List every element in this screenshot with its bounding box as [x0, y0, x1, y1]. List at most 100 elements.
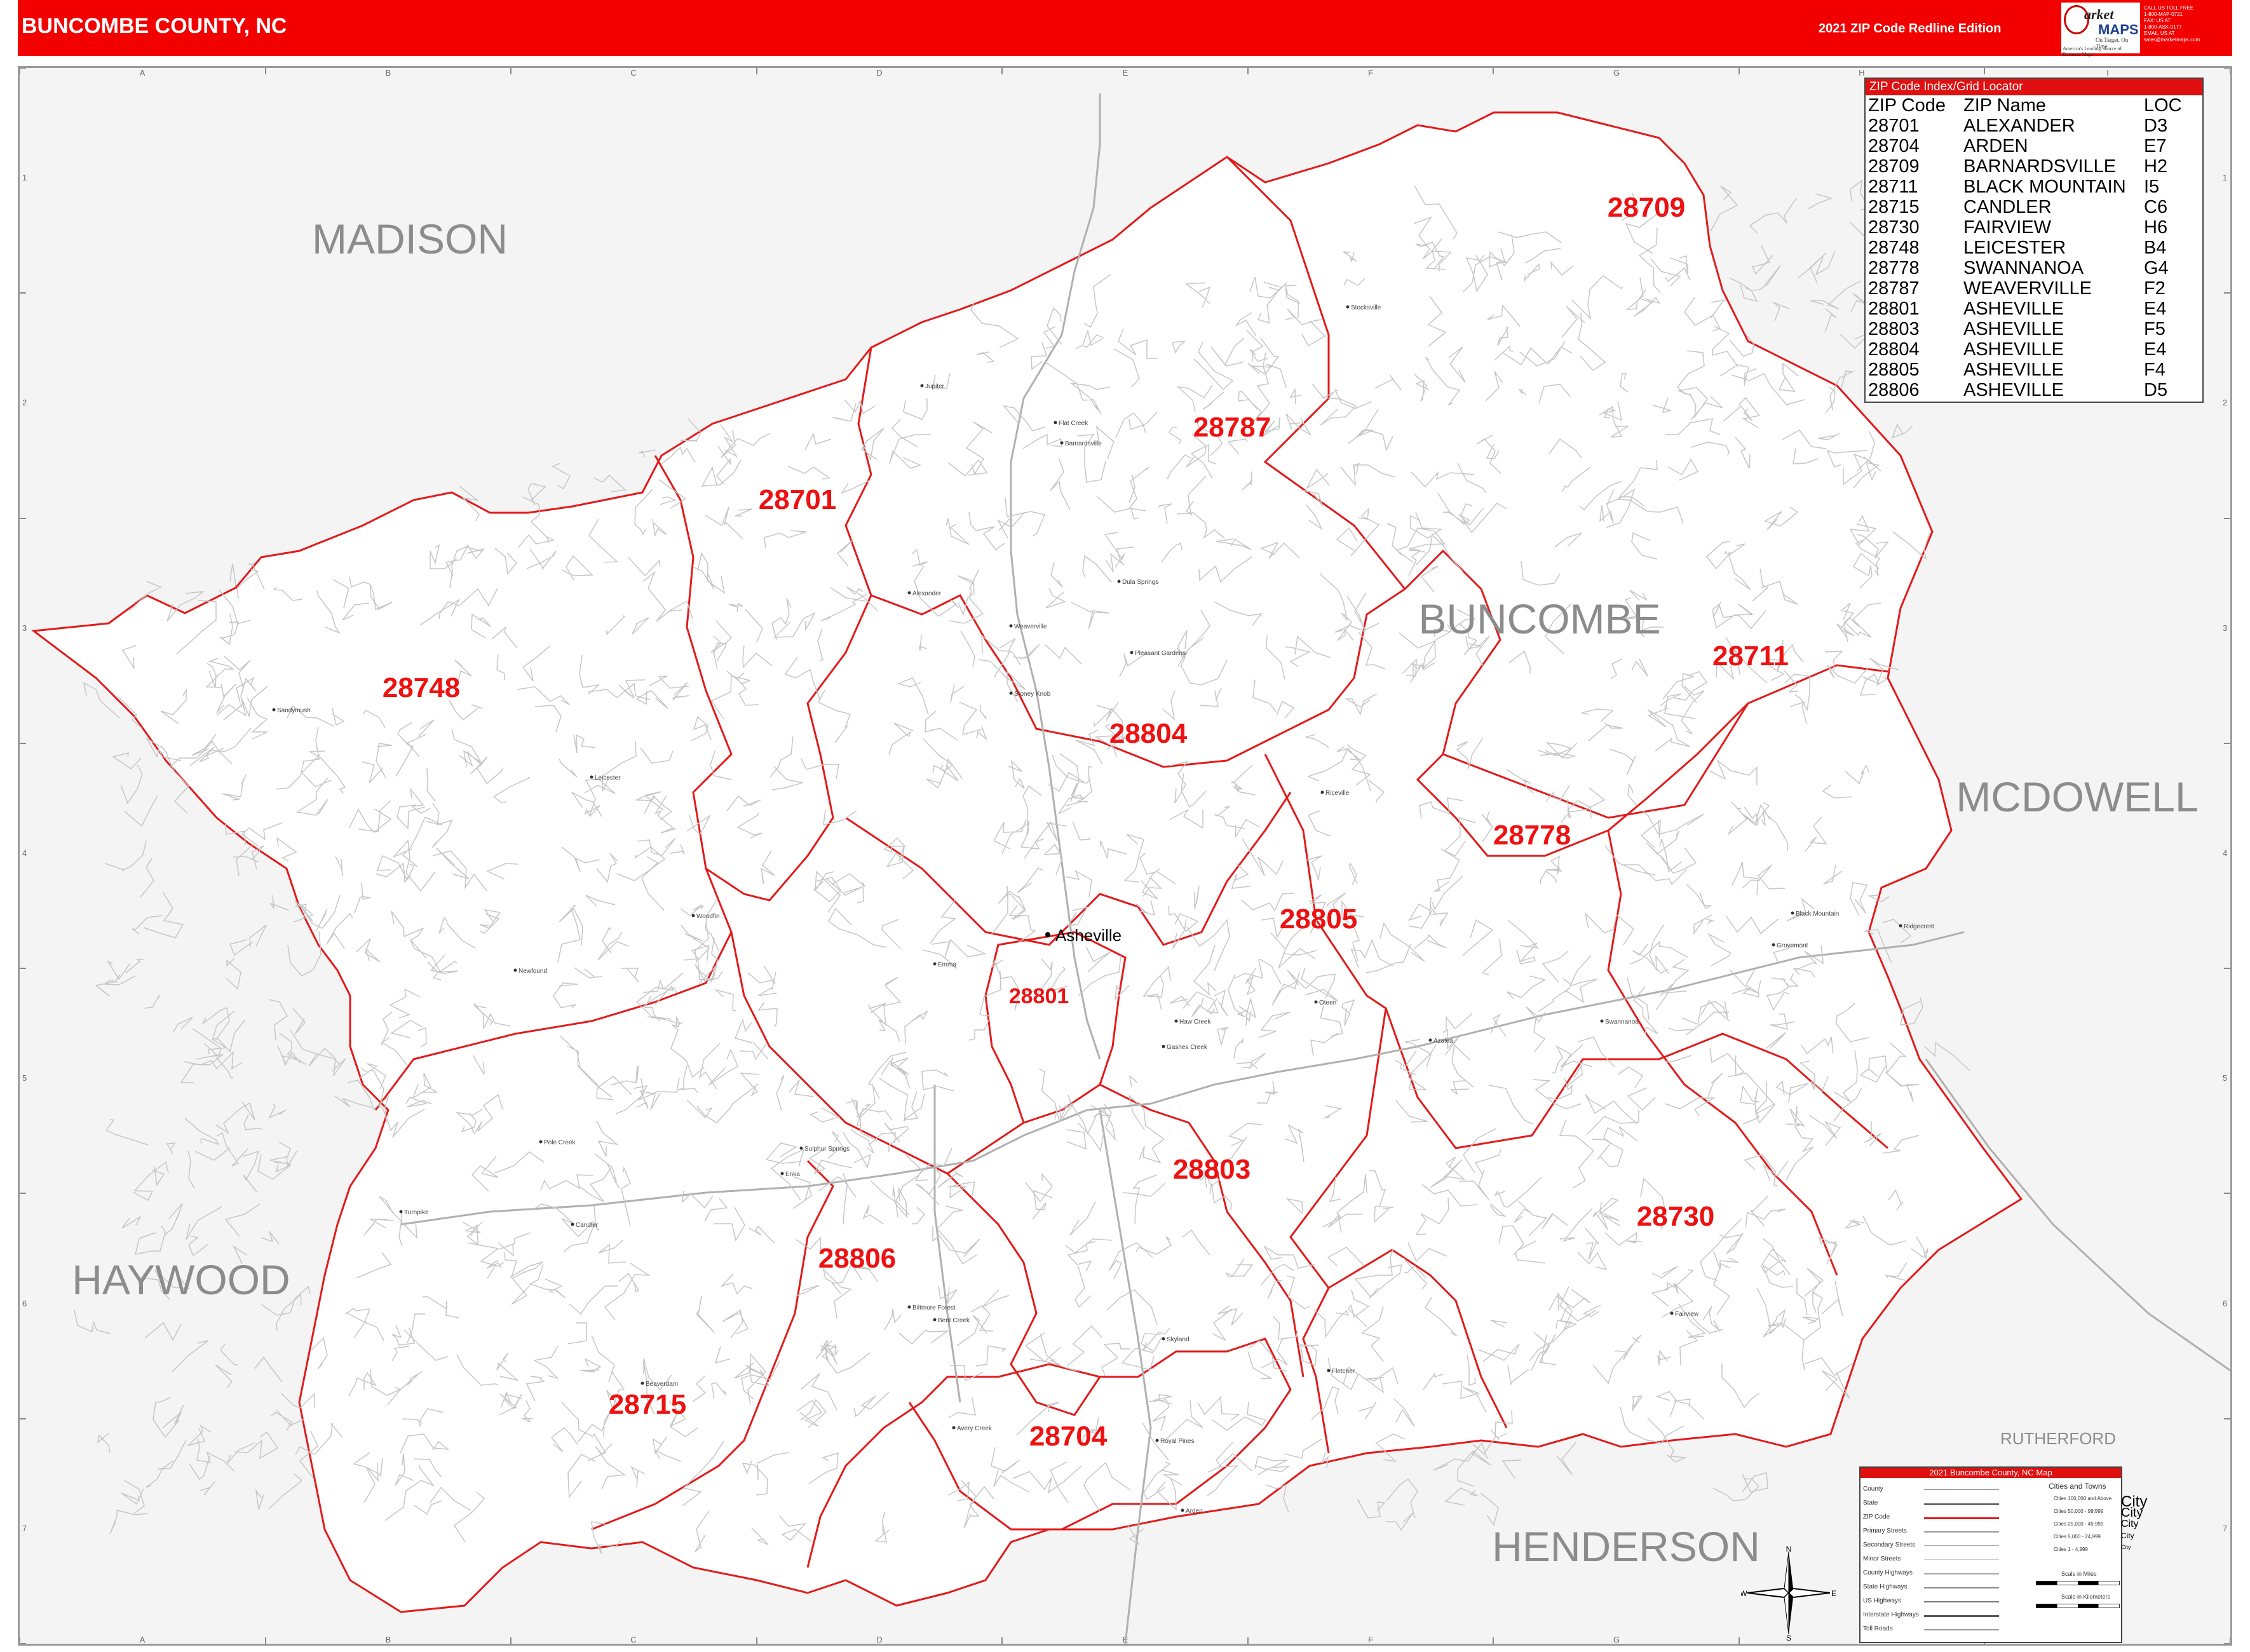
- zip-label-28730[interactable]: 28730: [1637, 1201, 1714, 1232]
- grid-col-label: E: [1123, 68, 1128, 78]
- zip-index-name: ARDEN: [1963, 136, 2028, 156]
- zip-label-28801[interactable]: 28801: [1009, 984, 1069, 1008]
- town-label[interactable]: Ridgecrest: [1904, 923, 1934, 930]
- zip-index-loc: F5: [2144, 319, 2165, 339]
- zip-label-28715[interactable]: 28715: [609, 1389, 686, 1420]
- zip-label-28787[interactable]: 28787: [1193, 412, 1271, 443]
- town-dot: [1130, 651, 1134, 654]
- town-label[interactable]: Stocksville: [1351, 304, 1381, 311]
- town-label[interactable]: Stoney Knob: [1014, 691, 1051, 698]
- town-label[interactable]: Dula Springs: [1122, 579, 1158, 586]
- zip-index-row[interactable]: 28711 BLACK MOUNTAIN I5: [1868, 177, 2195, 197]
- town-label[interactable]: Pole Creek: [544, 1139, 576, 1146]
- town-label[interactable]: Oteen: [1319, 999, 1336, 1006]
- town-label[interactable]: Beaverdam: [646, 1381, 678, 1388]
- town-label[interactable]: Flat Creek: [1059, 420, 1088, 427]
- town-label[interactable]: Leicester: [595, 775, 621, 782]
- legend-line-sample: [1924, 1489, 1999, 1490]
- town-label[interactable]: Swannanoa: [1605, 1019, 1639, 1026]
- zip-index-row[interactable]: 28704 ARDEN E7: [1868, 136, 2195, 156]
- town-dot: [640, 1381, 644, 1385]
- zip-index-row[interactable]: 28730 FAIRVIEW H6: [1868, 217, 2195, 238]
- zip-index-name: BARNARDSVILLE: [1963, 156, 2117, 177]
- zip-index-row[interactable]: 28805 ASHEVILLE F4: [1868, 360, 2195, 380]
- town-label[interactable]: Woodfin: [696, 913, 720, 920]
- title-bar: BUNCOMBE COUNTY, NC 2021 ZIP Code Redlin…: [18, 0, 2232, 56]
- zip-index-row[interactable]: 28748 LEICESTER B4: [1868, 238, 2195, 258]
- town-label[interactable]: Azalea: [1433, 1038, 1453, 1045]
- town-label[interactable]: Arden: [1186, 1508, 1203, 1515]
- zip-index-row[interactable]: 28778 SWANNANOA G4: [1868, 258, 2195, 278]
- town-label[interactable]: Riceville: [1325, 790, 1350, 797]
- grid-col-label: G: [1613, 68, 1620, 78]
- zip-label-28709[interactable]: 28709: [1608, 192, 1685, 223]
- zip-index-row[interactable]: 28806 ASHEVILLE D5: [1868, 380, 2195, 400]
- zip-label-28804[interactable]: 28804: [1109, 718, 1188, 749]
- town-dot: [590, 775, 593, 779]
- zip-index-table: ZIP Code ZIP Name LOC 28701 ALEXANDER D3 28…: [1868, 95, 2195, 400]
- town-label[interactable]: Grovemont: [1777, 942, 1808, 949]
- zip-label-28778[interactable]: 28778: [1493, 820, 1571, 851]
- zip-label-28803[interactable]: 28803: [1173, 1154, 1250, 1185]
- zip-index-zip: 28730: [1868, 217, 1920, 238]
- zip-index-zip: 28748: [1868, 238, 1920, 258]
- town-label[interactable]: Royal Pines: [1160, 1438, 1194, 1445]
- town-dot: [571, 1222, 574, 1226]
- town-label[interactable]: Weaverville: [1014, 623, 1047, 630]
- zip-index-zip: 28787: [1868, 278, 1920, 299]
- zip-index-col-zip: ZIP Code: [1868, 95, 1946, 116]
- town-label[interactable]: Fairview: [1675, 1311, 1699, 1318]
- town-label[interactable]: Haw Creek: [1179, 1019, 1211, 1026]
- town-label[interactable]: Bent Creek: [938, 1317, 970, 1324]
- zip-index-loc: C6: [2144, 197, 2168, 217]
- town-label[interactable]: Gashes Creek: [1167, 1044, 1208, 1051]
- town-label[interactable]: Sulphur Springs: [804, 1146, 850, 1153]
- town-label[interactable]: Emma: [938, 961, 956, 968]
- town-label[interactable]: Fletcher: [1332, 1368, 1355, 1375]
- legend-line-sample: [1924, 1503, 1999, 1505]
- zip-index-row[interactable]: 28715 CANDLER C6: [1868, 197, 2195, 217]
- zip-index-row[interactable]: 28803 ASHEVILLE F5: [1868, 319, 2195, 339]
- zip-index-loc: H6: [2144, 217, 2168, 238]
- town-label[interactable]: Barnardsville: [1065, 440, 1102, 447]
- town-label[interactable]: Black Mountain: [1796, 911, 1839, 917]
- town-label[interactable]: Pleasant Gardens: [1135, 650, 1186, 657]
- legend-item-label: State Highways: [1863, 1583, 1908, 1590]
- town-label[interactable]: Candler: [576, 1222, 599, 1229]
- grid-row-label: 1: [22, 173, 27, 182]
- town-label[interactable]: Jupiter: [925, 383, 945, 390]
- zip-label-28806[interactable]: 28806: [818, 1243, 896, 1274]
- town-label[interactable]: Alexander: [912, 590, 942, 597]
- zip-index-row[interactable]: 28801 ASHEVILLE E4: [1868, 299, 2195, 319]
- town-label[interactable]: Biltmore Forest: [912, 1304, 956, 1311]
- zip-label-28701[interactable]: 28701: [759, 484, 836, 515]
- zip-index-name: CANDLER: [1963, 197, 2052, 217]
- zip-index-name: ASHEVILLE: [1963, 299, 2064, 319]
- zip-index-loc: E4: [2144, 339, 2167, 360]
- zip-index-row[interactable]: 28787 WEAVERVILLE F2: [1868, 278, 2195, 299]
- zip-index-col-name: ZIP Name: [1963, 95, 2047, 116]
- town-dot: [1060, 441, 1064, 445]
- grid-row-label: 2: [2223, 398, 2227, 407]
- zip-index-row[interactable]: 28804 ASHEVILLE E4: [1868, 339, 2195, 360]
- town-label[interactable]: Sandymush: [277, 707, 311, 714]
- town-label[interactable]: Skyland: [1167, 1336, 1189, 1343]
- zip-index-row[interactable]: 28701 ALEXANDER D3: [1868, 116, 2195, 136]
- city-label-asheville[interactable]: Asheville: [1055, 926, 1122, 945]
- grid-row-label: 4: [22, 848, 27, 858]
- zip-label-28711[interactable]: 28711: [1712, 640, 1789, 672]
- zip-label-28748[interactable]: 28748: [383, 672, 460, 703]
- town-label[interactable]: Turnpike: [404, 1209, 429, 1216]
- legend-item-label: Minor Streets: [1863, 1555, 1901, 1562]
- legend-line-sample: [1924, 1573, 1999, 1574]
- grid-row-label: 1: [2223, 173, 2227, 182]
- town-label[interactable]: Enka: [785, 1171, 800, 1178]
- zip-index-zip: 28711: [1868, 177, 1918, 197]
- town-label[interactable]: Newfound: [518, 968, 547, 975]
- grid-row-label: 3: [2223, 623, 2227, 633]
- legend-item-label: Toll Roads: [1863, 1625, 1893, 1632]
- zip-index-row[interactable]: 28709 BARNARDSVILLE H2: [1868, 156, 2195, 177]
- zip-label-28805[interactable]: 28805: [1280, 904, 1357, 935]
- zip-label-28704[interactable]: 28704: [1029, 1421, 1108, 1452]
- town-label[interactable]: Avery Creek: [957, 1425, 993, 1432]
